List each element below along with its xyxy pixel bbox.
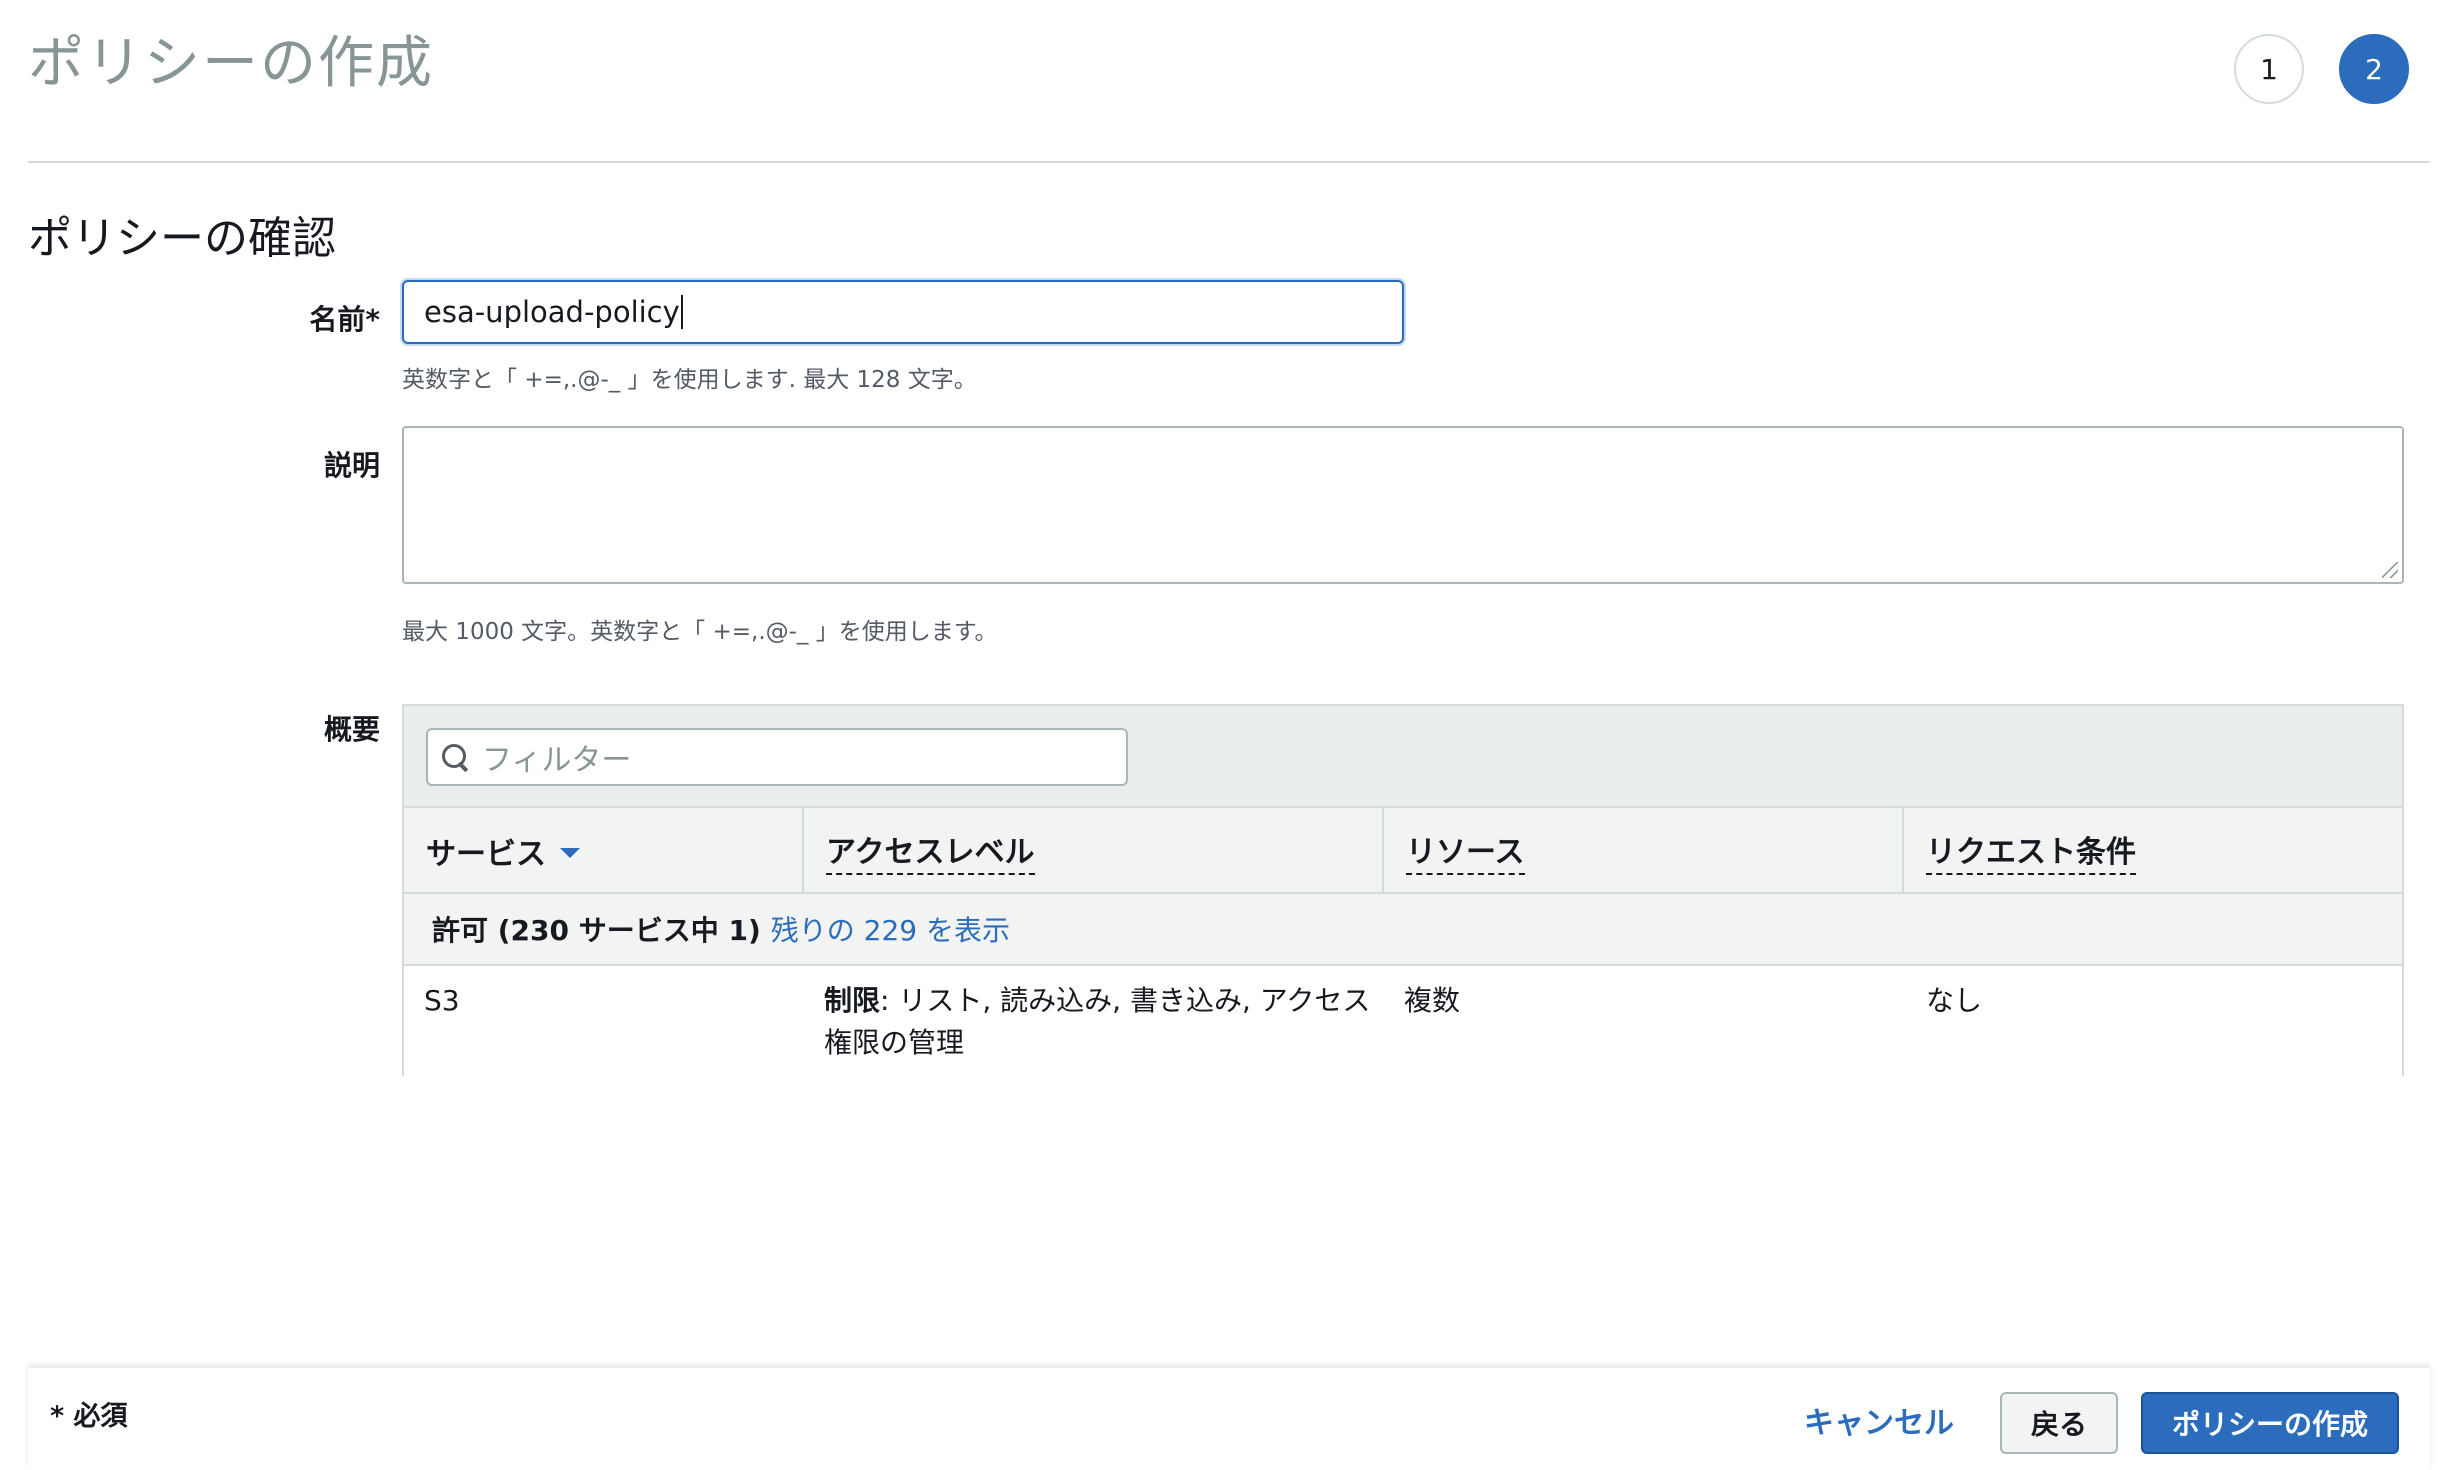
header-divider xyxy=(28,161,2430,163)
create-policy-page: ポリシーの作成 1 2 ポリシーの確認 名前* esa-upload-polic… xyxy=(0,0,2444,1470)
step-indicator-1[interactable]: 1 xyxy=(2234,34,2304,104)
page-title: ポリシーの作成 xyxy=(28,31,434,96)
search-icon xyxy=(440,742,470,772)
resource-cell: 複数 xyxy=(1404,984,1461,1017)
required-note: * 必須 xyxy=(50,1401,128,1432)
footer-bar: * 必須 キャンセル 戻る ポリシーの作成 xyxy=(28,1366,2430,1470)
table-header: サービス アクセスレベル リソース リクエスト条件 xyxy=(404,808,2402,894)
section-title: ポリシーの確認 xyxy=(28,213,336,264)
group-row-label: 許可 (230 サービス中 1) xyxy=(432,914,761,947)
summary-label: 概要 xyxy=(323,713,380,746)
resize-handle-icon[interactable] xyxy=(2382,562,2398,578)
request-condition-cell: なし xyxy=(1926,984,1983,1017)
summary-table: フィルター サービス アクセスレベル リソース リクエスト条件 許可 (230 … xyxy=(402,704,2404,1076)
step-indicator-2[interactable]: 2 xyxy=(2339,34,2409,104)
sort-descending-icon[interactable] xyxy=(560,848,580,858)
column-header-resource[interactable]: リソース xyxy=(1384,808,1904,894)
filter-input[interactable]: フィルター xyxy=(426,728,1128,786)
column-header-resource-label: リソース xyxy=(1406,827,1525,875)
back-button[interactable]: 戻る xyxy=(2000,1392,2118,1454)
access-level-prefix: 制限 xyxy=(824,984,881,1017)
description-hint: 最大 1000 文字。英数字と「 +=,.@-_ 」を使用します。 xyxy=(402,619,998,645)
column-header-request-condition-label: リクエスト条件 xyxy=(1926,827,2136,875)
description-label: 説明 xyxy=(323,449,380,482)
column-header-service-label: サービス xyxy=(426,837,546,872)
group-row-allow: 許可 (230 サービス中 1) 残りの 229 を表示 xyxy=(404,894,2402,966)
access-level-line1: : リスト, 読み込み, 書き込み, アクセス xyxy=(880,984,1371,1017)
name-input[interactable]: esa-upload-policy xyxy=(402,280,1404,344)
access-level-line2: 権限の管理 xyxy=(824,1026,965,1059)
summary-toolbar: フィルター xyxy=(404,706,2402,808)
name-label: 名前* xyxy=(309,303,380,336)
name-hint: 英数字と「 +=,.@-_ 」を使用します. 最大 128 文字。 xyxy=(402,367,977,393)
column-header-request-condition[interactable]: リクエスト条件 xyxy=(1904,808,2402,894)
description-textarea[interactable] xyxy=(402,426,2404,584)
column-header-access-level-label: アクセスレベル xyxy=(826,827,1035,875)
name-input-value: esa-upload-policy xyxy=(424,295,680,329)
filter-placeholder: フィルター xyxy=(482,743,632,778)
show-remaining-link[interactable]: 残りの 229 を表示 xyxy=(771,909,1010,949)
table-row: S3 制限: リスト, 読み込み, 書き込み, アクセス 権限の管理 複数 なし xyxy=(404,966,2402,1076)
access-level-cell: 制限: リスト, 読み込み, 書き込み, アクセス 権限の管理 xyxy=(824,980,1384,1064)
service-link-s3[interactable]: S3 xyxy=(424,980,460,1022)
column-header-access-level[interactable]: アクセスレベル xyxy=(804,808,1384,894)
create-policy-button[interactable]: ポリシーの作成 xyxy=(2141,1392,2399,1454)
column-header-service[interactable]: サービス xyxy=(404,808,804,894)
cancel-button[interactable]: キャンセル xyxy=(1804,1398,1954,1442)
text-caret xyxy=(680,295,683,329)
